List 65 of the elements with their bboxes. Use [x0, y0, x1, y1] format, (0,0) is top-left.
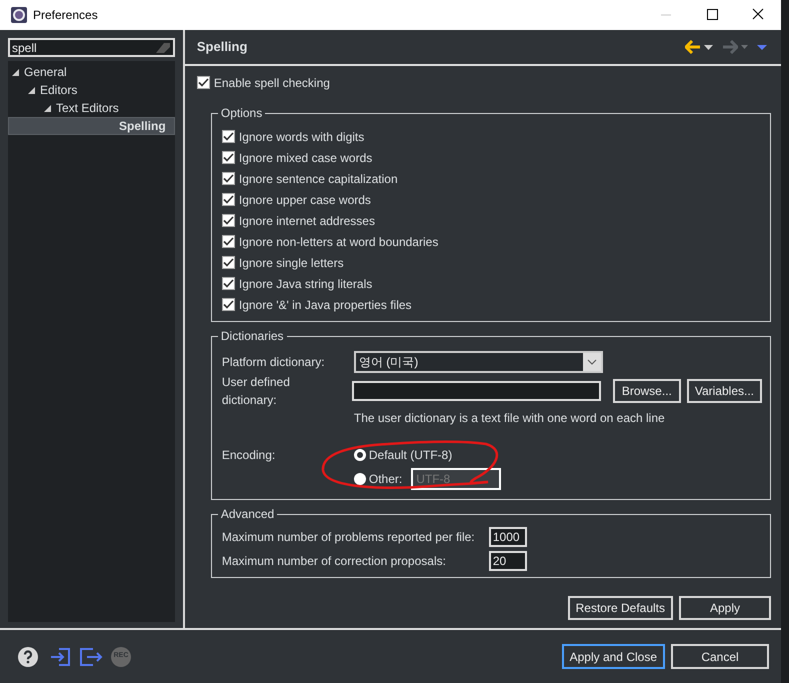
radio-label[interactable]: Default (UTF-8) — [368, 446, 452, 464]
app-icon — [11, 7, 27, 23]
export-icon[interactable] — [79, 646, 103, 666]
checkbox-label[interactable]: Ignore sentence capitalization — [238, 170, 398, 188]
radio-label[interactable]: Other: — [368, 470, 402, 488]
dropdown-icon[interactable] — [704, 44, 713, 50]
checkbox-label[interactable]: Ignore Java string literals — [238, 274, 372, 292]
checkbox-label[interactable]: Ignore upper case words — [238, 190, 371, 208]
checkbox[interactable] — [222, 151, 235, 164]
checkbox-label[interactable]: Ignore single letters — [238, 254, 344, 272]
tree-item[interactable]: Spelling — [8, 117, 175, 135]
hint-text: The user dictionary is a text file with one word on each line — [352, 410, 666, 427]
number-field[interactable]: 1000 — [488, 527, 527, 547]
checkbox-label[interactable]: Ignore '&' in Java properties files — [238, 296, 412, 314]
expand-arrow-icon[interactable] — [28, 86, 35, 94]
restore-defaults-button[interactable]: Restore Defaults — [568, 596, 673, 620]
checkbox[interactable] — [222, 235, 235, 248]
checkbox-label[interactable]: Ignore words with digits — [238, 128, 364, 146]
field-label: Maximum number of problems reported per file: — [222, 529, 476, 546]
field-label: Platform dictionary: — [222, 354, 326, 371]
checkbox[interactable] — [222, 214, 235, 227]
field-label: Encoding: — [222, 447, 276, 464]
checkbox-label[interactable]: Ignore non-letters at word boundaries — [238, 232, 438, 250]
number-field[interactable]: 20 — [488, 551, 527, 571]
checkbox-label[interactable]: Ignore internet addresses — [238, 212, 375, 230]
checkbox[interactable] — [222, 256, 235, 269]
cancel-button[interactable]: Cancel — [671, 644, 769, 669]
help-icon[interactable] — [18, 646, 38, 666]
chevron-icon[interactable] — [582, 353, 601, 371]
checkbox[interactable] — [222, 130, 235, 143]
browse-button[interactable]: Browse... — [612, 379, 681, 403]
tree-item-label[interactable]: Text Editors — [56, 99, 119, 117]
filter-field[interactable]: spell — [8, 38, 175, 57]
dropdown-value: 영어 (미국) — [358, 354, 418, 371]
tree-item-label[interactable]: Editors — [40, 81, 78, 99]
apply-and-close-button[interactable]: Apply and Close — [562, 644, 665, 669]
apply-button[interactable]: Apply — [679, 596, 771, 620]
tree-item-label[interactable]: General — [24, 63, 67, 81]
checkbox[interactable] — [222, 172, 235, 185]
page-title: Spelling — [196, 38, 248, 56]
expand-arrow-icon[interactable] — [44, 104, 51, 112]
checkbox[interactable] — [222, 277, 235, 290]
tree-item-label[interactable]: Spelling — [119, 117, 166, 135]
window-title: Preferences — [33, 7, 98, 24]
field-label: Maximum number of correction proposals: — [222, 553, 447, 570]
dropdown[interactable]: 영어 (미국) — [354, 351, 603, 373]
tree-item[interactable]: Text Editors — [8, 99, 175, 117]
checkbox[interactable] — [222, 193, 235, 206]
dropdown-value: UTF-8 — [416, 471, 450, 488]
import-icon[interactable] — [49, 646, 71, 666]
group-title: Options — [218, 105, 266, 121]
checkbox-label[interactable]: Enable spell checking — [214, 74, 330, 92]
checkbox-label[interactable]: Ignore mixed case words — [238, 148, 372, 166]
checkbox[interactable] — [222, 298, 235, 311]
radio-button[interactable] — [354, 449, 366, 461]
checkbox[interactable] — [196, 76, 210, 89]
tree-item[interactable]: Editors — [8, 81, 175, 99]
field-label: User defined dictionary: — [222, 374, 291, 409]
text-field[interactable] — [352, 381, 601, 401]
view-menu-icon[interactable] — [757, 44, 767, 50]
back-arrow-icon[interactable] — [685, 40, 701, 54]
variables-button[interactable]: Variables... — [686, 379, 762, 403]
radio-button[interactable] — [354, 473, 366, 485]
tree-item[interactable]: General — [8, 63, 175, 81]
expand-arrow-icon[interactable] — [12, 68, 19, 76]
